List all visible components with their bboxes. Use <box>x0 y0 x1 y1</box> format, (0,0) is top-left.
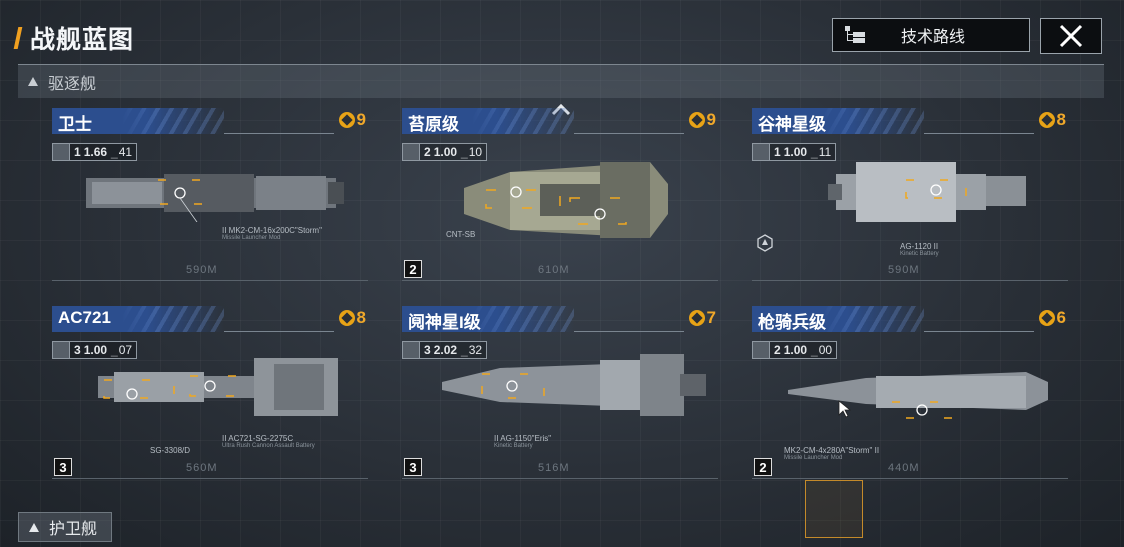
weapon-label-2: SG-3308/D <box>150 446 191 455</box>
weapon-label: AG-1120 II Kinetic Battery <box>900 242 939 257</box>
shield-hexagon-icon <box>757 234 773 252</box>
tech-tree-icon <box>845 25 867 45</box>
close-icon <box>1059 24 1083 48</box>
weapon-label: II AG-1150"Eris" Kinetic Battery <box>494 434 552 449</box>
escort-section-header[interactable]: 护卫舰 <box>18 512 112 542</box>
page-title: 战舰蓝图 <box>30 26 135 54</box>
ship-name: 卫士 <box>58 115 92 134</box>
ship-cost: 8 <box>338 308 366 328</box>
page-header: 战舰蓝图 <box>13 18 135 58</box>
tech-route-label: 技术路线 <box>900 29 965 46</box>
ship-speed: 590M <box>186 264 218 276</box>
ship-blueprint-image <box>786 362 1050 422</box>
ship-blueprint-image <box>94 354 344 418</box>
command-point-icon <box>338 310 355 326</box>
ship-cost: 9 <box>338 110 366 130</box>
close-button[interactable] <box>1040 18 1102 54</box>
ship-card-lancer[interactable]: 枪骑兵级 6 2 1.00 _ 00 MK2-CM-4x280A"Storm" II… <box>752 306 1072 486</box>
ship-stats: 1 1.66 _ 41 <box>52 142 138 162</box>
ship-stats: 1 1.00 _ 11 <box>752 142 837 162</box>
weapon-label: II AC721-SG-2275C Ultra Rush Cannon Assa… <box>222 434 315 449</box>
ship-card-guardian[interactable]: 卫士 9 1 1.66 _ 41 II MK2-CM-16x200C"Storm" … <box>52 108 372 288</box>
ship-cost: 6 <box>1038 308 1066 328</box>
ship-class-icon <box>52 143 70 161</box>
ship-card-tundra[interactable]: 苔原级 9 2 1.00 _ 10 CNT-SB 610M 2 <box>402 108 722 288</box>
command-point-icon <box>1038 310 1055 326</box>
escort-section-label: 护卫舰 <box>49 521 98 538</box>
ship-level-badge: 2 <box>404 260 422 278</box>
ship-class-icon <box>752 143 770 161</box>
ship-speed: 590M <box>888 264 920 276</box>
ship-name: AC721 <box>58 308 111 327</box>
command-point-icon <box>1038 112 1055 128</box>
command-point-icon <box>688 112 705 128</box>
command-point-icon <box>688 310 705 326</box>
mouse-cursor-icon <box>838 400 852 418</box>
tech-route-button[interactable]: 技术路线 <box>832 18 1030 52</box>
ship-card-ceres[interactable]: 谷神星级 8 1 1.00 _ 11 AG-1120 II Kinetic Batt… <box>752 108 1072 288</box>
ship-name: 阋神星I级 <box>408 313 481 332</box>
ship-blueprint-image <box>450 154 670 244</box>
ship-name: 苔原级 <box>408 115 459 134</box>
ship-stats: 2 1.00 _ 00 <box>752 340 838 360</box>
ship-level-badge: 2 <box>754 458 772 476</box>
ship-card-ac721[interactable]: AC721 8 3 1.00 _ 07 SG-3308/D II AC721-SG-… <box>52 306 372 486</box>
command-point-icon <box>338 112 355 128</box>
weapon-label: CNT-SB <box>446 230 476 239</box>
ship-card-eris[interactable]: 阋神星I级 7 3 2.02 _ 32 II AG-1150"Eris" Kinet… <box>402 306 722 486</box>
ship-level-badge: 3 <box>404 458 422 476</box>
ship-name: 谷神星级 <box>758 115 826 134</box>
ship-speed: 560M <box>186 462 218 474</box>
ship-speed: 610M <box>538 264 570 276</box>
ship-speed: 440M <box>888 462 920 474</box>
collapse-triangle-icon <box>29 522 39 532</box>
destroyer-section-label: 驱逐舰 <box>48 75 97 93</box>
weapon-label: II MK2-CM-16x200C"Storm" Missile Launche… <box>222 226 322 241</box>
collapse-triangle-icon <box>28 77 38 86</box>
selection-highlight-box <box>805 480 863 538</box>
ship-blueprint-image <box>440 350 710 420</box>
ship-class-icon <box>52 341 70 359</box>
destroyer-section-header[interactable]: 驱逐舰 <box>18 64 1104 98</box>
ship-blueprint-image <box>84 166 346 222</box>
ship-speed: 516M <box>538 462 570 474</box>
ship-name: 枪骑兵级 <box>758 313 826 332</box>
ship-cost: 8 <box>1038 110 1066 130</box>
ship-cost: 9 <box>688 110 716 130</box>
ship-level-badge: 3 <box>54 458 72 476</box>
ship-class-icon <box>402 143 420 161</box>
ship-class-icon <box>402 341 420 359</box>
ship-cost: 7 <box>688 308 716 328</box>
ship-blueprint-image <box>826 154 1032 230</box>
ship-class-icon <box>752 341 770 359</box>
weapon-label: MK2-CM-4x280A"Storm" II Missile Launcher… <box>784 446 880 461</box>
